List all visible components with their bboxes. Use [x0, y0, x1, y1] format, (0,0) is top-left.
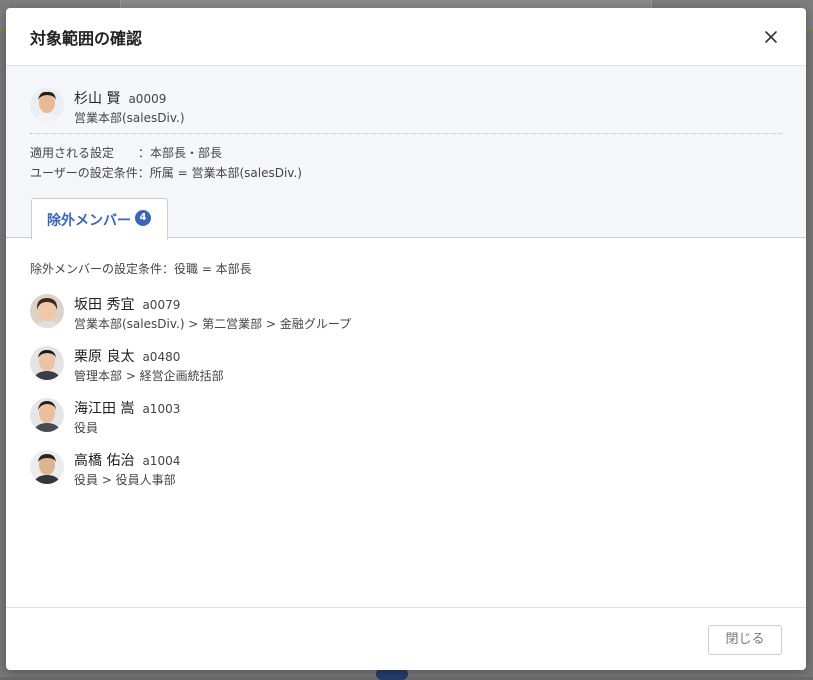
member-org: 管理本部 > 経営企画統括部 [74, 369, 224, 383]
user-condition: ユーザーの設定条件：所属 = 営業本部(salesDiv.) [30, 166, 302, 180]
member-code: a1003 [142, 402, 181, 416]
count-badge: 4 [135, 210, 151, 226]
member-row-4: 高橋 佑治 a1004 [74, 450, 180, 470]
avatar [30, 346, 64, 380]
member-row-2: 栗原 良太 a0480 [74, 346, 180, 366]
dialog-title: 対象範囲の確認 [30, 29, 143, 48]
member-code: a0079 [142, 298, 181, 312]
close-icon[interactable] [760, 26, 782, 48]
divider [30, 133, 782, 134]
member-name: 坂田 秀宜 [74, 297, 135, 313]
member-code: a0480 [142, 350, 181, 364]
close-button[interactable]: 閉じる [708, 625, 782, 655]
excluded-condition: 除外メンバーの設定条件：役職 = 本部長 [30, 262, 252, 276]
tab-excluded-members[interactable]: 除外メンバー 4 [31, 198, 168, 240]
avatar [30, 450, 64, 484]
scope-confirmation-dialog: 対象範囲の確認 杉山 賢 a0009 営業本部(salesDiv.) 適用される設… [6, 8, 806, 670]
dialog-footer: 閉じる [6, 607, 806, 670]
user-name: 杉山 賢 [74, 91, 121, 107]
member-name: 栗原 良太 [74, 349, 135, 365]
dialog-header: 対象範囲の確認 [6, 8, 806, 66]
target-user-panel: 杉山 賢 a0009 営業本部(salesDiv.) 適用される設定 ：本部長・部… [6, 66, 806, 240]
member-name: 高橋 佑治 [74, 453, 135, 469]
member-code: a1004 [142, 454, 181, 468]
avatar [30, 88, 64, 122]
user-code: a0009 [128, 92, 167, 106]
applied-setting: 適用される設定 ：本部長・部長 [30, 146, 223, 160]
avatar [30, 398, 64, 432]
member-org: 役員 [74, 421, 99, 435]
target-user-name: 杉山 賢 a0009 [74, 88, 166, 108]
member-org: 営業本部(salesDiv.) > 第二営業部 > 金融グループ [74, 317, 352, 331]
tab-label: 除外メンバー [47, 213, 131, 229]
member-row-1: 坂田 秀宜 a0079 [74, 294, 180, 314]
member-org: 役員 > 役員人事部 [74, 473, 176, 487]
avatar [30, 294, 64, 328]
target-user-org: 営業本部(salesDiv.) [74, 111, 185, 125]
member-name: 海江田 嵩 [74, 401, 135, 417]
member-row-3: 海江田 嵩 a1003 [74, 398, 180, 418]
